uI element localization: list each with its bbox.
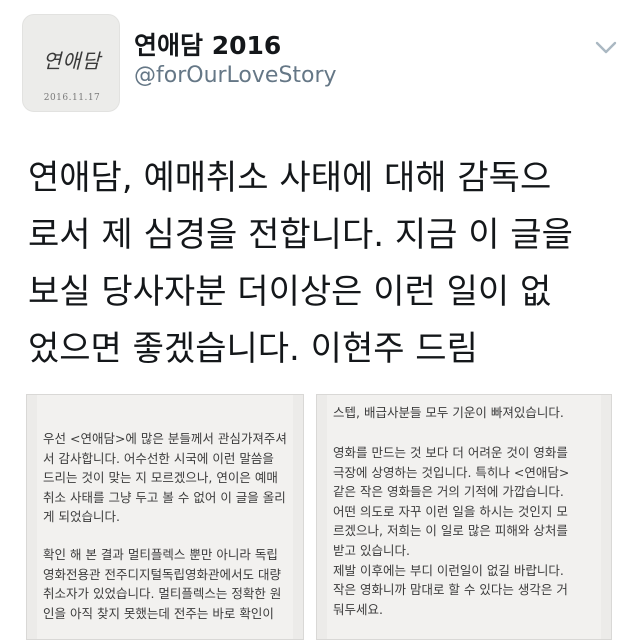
letter-line: 어떤 의도로 자꾸 이런 일을 하시는 것인지 모 (333, 503, 568, 519)
letter-paragraph: 우선 <연애담>에 많은 분들께서 관심가져주셔 서 감사합니다. 어수선한 시… (43, 429, 287, 527)
letter-line: 인을 아직 찾지 못했는데 전주는 바로 확인이 (43, 605, 274, 621)
tweet-text-line: 었으면 좋겠습니다. 이현주 드림 (28, 329, 478, 369)
user-handle[interactable]: @forOurLoveStory (134, 63, 337, 88)
letter-line: 우선 <연애담>에 많은 분들께서 관심가져주셔 (43, 431, 287, 446)
avatar-date-text: 2016.11.17 (43, 93, 101, 103)
tweet-text-line: 연애담, 예매취소 사태에 대해 감독으 (28, 158, 552, 198)
letter-line: 작은 영화니까 맘대로 할 수 있다는 생각은 거 (333, 582, 568, 598)
letter-line: 극장에 상영하는 것입니다. 특히나 <연애담> (333, 464, 570, 480)
profile-avatar[interactable]: 연애담 2016.11.17 (22, 14, 120, 112)
letter-line: 게 되었습니다. (43, 509, 120, 525)
letter-line: 취소자가 있었습니다. 멀티플렉스는 정확한 원 (43, 586, 282, 602)
letter-paragraph: 스텝, 배급사분들 모두 기운이 빠져있습니다. (333, 403, 564, 423)
letter-line: 확인 해 본 결과 멀티플렉스 뿐만 아니라 독립 (43, 547, 278, 562)
letter-paragraph: 확인 해 본 결과 멀티플렉스 뿐만 아니라 독립 영화전용관 전주디지털독립영… (43, 545, 281, 623)
letter-line: 제발 이후에는 부디 이런일이 없길 바랍니다. (333, 562, 564, 578)
letter-line: 영화를 만드는 것 보다 더 어려운 것이 영화를 (333, 445, 568, 460)
tweet-media: 우선 <연애담>에 많은 분들께서 관심가져주셔 서 감사합니다. 어수선한 시… (26, 394, 626, 640)
letter-line: 르겠으나, 저희는 이 일로 많은 피해와 상처를 (333, 523, 568, 539)
letter-line: 취소 사태를 그냥 두고 볼 수 없어 이 글을 올리 (43, 489, 286, 505)
tweet-header: 연애담 2016.11.17 연애담 2016 @forOurLoveStory (0, 0, 640, 120)
display-name[interactable]: 연애담 2016 (134, 26, 281, 62)
letter-line: 둬두세요. (333, 601, 383, 617)
tweet-text-line: 보실 당사자분 더이상은 이런 일이 없 (28, 272, 552, 312)
letter-line: 서 감사합니다. 어수선한 시국에 이런 말씀을 (43, 450, 274, 466)
letter-line: 받고 있습니다. (333, 542, 410, 558)
letter-paragraph: 영화를 만드는 것 보다 더 어려운 것이 영화를 극장에 상영하는 것입니다.… (333, 443, 569, 619)
attached-photo-left[interactable]: 우선 <연애담>에 많은 분들께서 관심가져주셔 서 감사합니다. 어수선한 시… (26, 394, 304, 640)
avatar-logo-text: 연애담 (42, 49, 102, 73)
letter-line: 같은 작은 영화들은 거의 기적에 가깝습니다. (333, 484, 564, 500)
chevron-down-icon[interactable] (594, 36, 618, 60)
attached-photo-right[interactable]: 스텝, 배급사분들 모두 기운이 빠져있습니다. 영화를 만드는 것 보다 더 … (316, 394, 612, 640)
tweet-text: 연애담, 예매취소 사태에 대해 감독으 로서 제 심경을 전합니다. 지금 이… (28, 150, 628, 378)
tweet-text-line: 로서 제 심경을 전합니다. 지금 이 글을 (28, 215, 573, 255)
letter-line: 스텝, 배급사분들 모두 기운이 빠져있습니다. (333, 405, 564, 420)
letter-line: 영화전용관 전주디지털독립영화관에서도 대량 (43, 566, 281, 582)
letter-line: 드리는 것이 맞는 지 모르겠으나, 연이은 예매 (43, 470, 278, 486)
